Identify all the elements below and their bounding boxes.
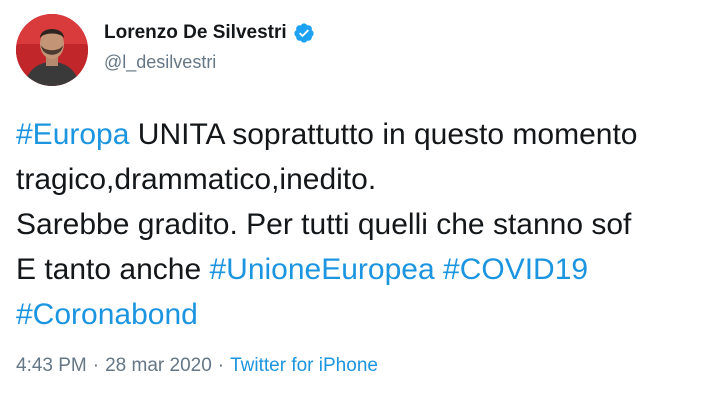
author-display-name[interactable]: Lorenzo De Silvestri <box>104 22 315 44</box>
tweet-source-link[interactable]: Twitter for iPhone <box>230 355 378 376</box>
avatar-photo <box>16 14 88 86</box>
author-name-text[interactable]: Lorenzo De Silvestri <box>104 22 287 44</box>
hashtag-link[interactable]: #UnioneEuropea <box>209 253 434 286</box>
hashtag-link[interactable]: #COVID19 <box>443 253 588 286</box>
meta-separator: · <box>92 355 100 376</box>
hashtag-link[interactable]: #Coronabond <box>16 298 198 331</box>
tweet-text-line: #Coronabond <box>16 292 637 337</box>
tweet-text-segment: tragico,drammatico,inedito. <box>16 163 377 196</box>
author-handle[interactable]: @l_desilvestri <box>104 52 216 73</box>
tweet-text: #Europa UNITA soprattutto in questo mome… <box>16 112 637 337</box>
avatar[interactable] <box>16 14 88 86</box>
tweet-meta: 4:43 PM · 28 mar 2020 · Twitter for iPhone <box>16 355 378 377</box>
tweet-card: Lorenzo De Silvestri @l_desilvestri #Eur… <box>0 0 712 402</box>
tweet-text-line: tragico,drammatico,inedito. <box>16 157 637 202</box>
tweet-time[interactable]: 4:43 PM <box>16 355 87 376</box>
tweet-text-line: #Europa UNITA soprattutto in questo mome… <box>16 112 637 157</box>
tweet-text-segment: E tanto anche <box>16 253 210 286</box>
tweet-text-line: Sarebbe gradito. Per tutti quelli che st… <box>16 202 637 247</box>
hashtag-link[interactable]: #Europa <box>16 118 129 151</box>
tweet-date[interactable]: 28 mar 2020 <box>105 355 212 376</box>
tweet-text-segment: UNITA soprattutto in questo momento <box>129 118 638 151</box>
verified-badge-icon <box>294 23 314 43</box>
meta-separator: · <box>217 355 225 376</box>
tweet-text-line: E tanto anche #UnioneEuropea #COVID19 <box>16 247 637 292</box>
tweet-text-segment <box>435 253 443 286</box>
tweet-text-segment: Sarebbe gradito. Per tutti quelli che st… <box>16 208 632 241</box>
